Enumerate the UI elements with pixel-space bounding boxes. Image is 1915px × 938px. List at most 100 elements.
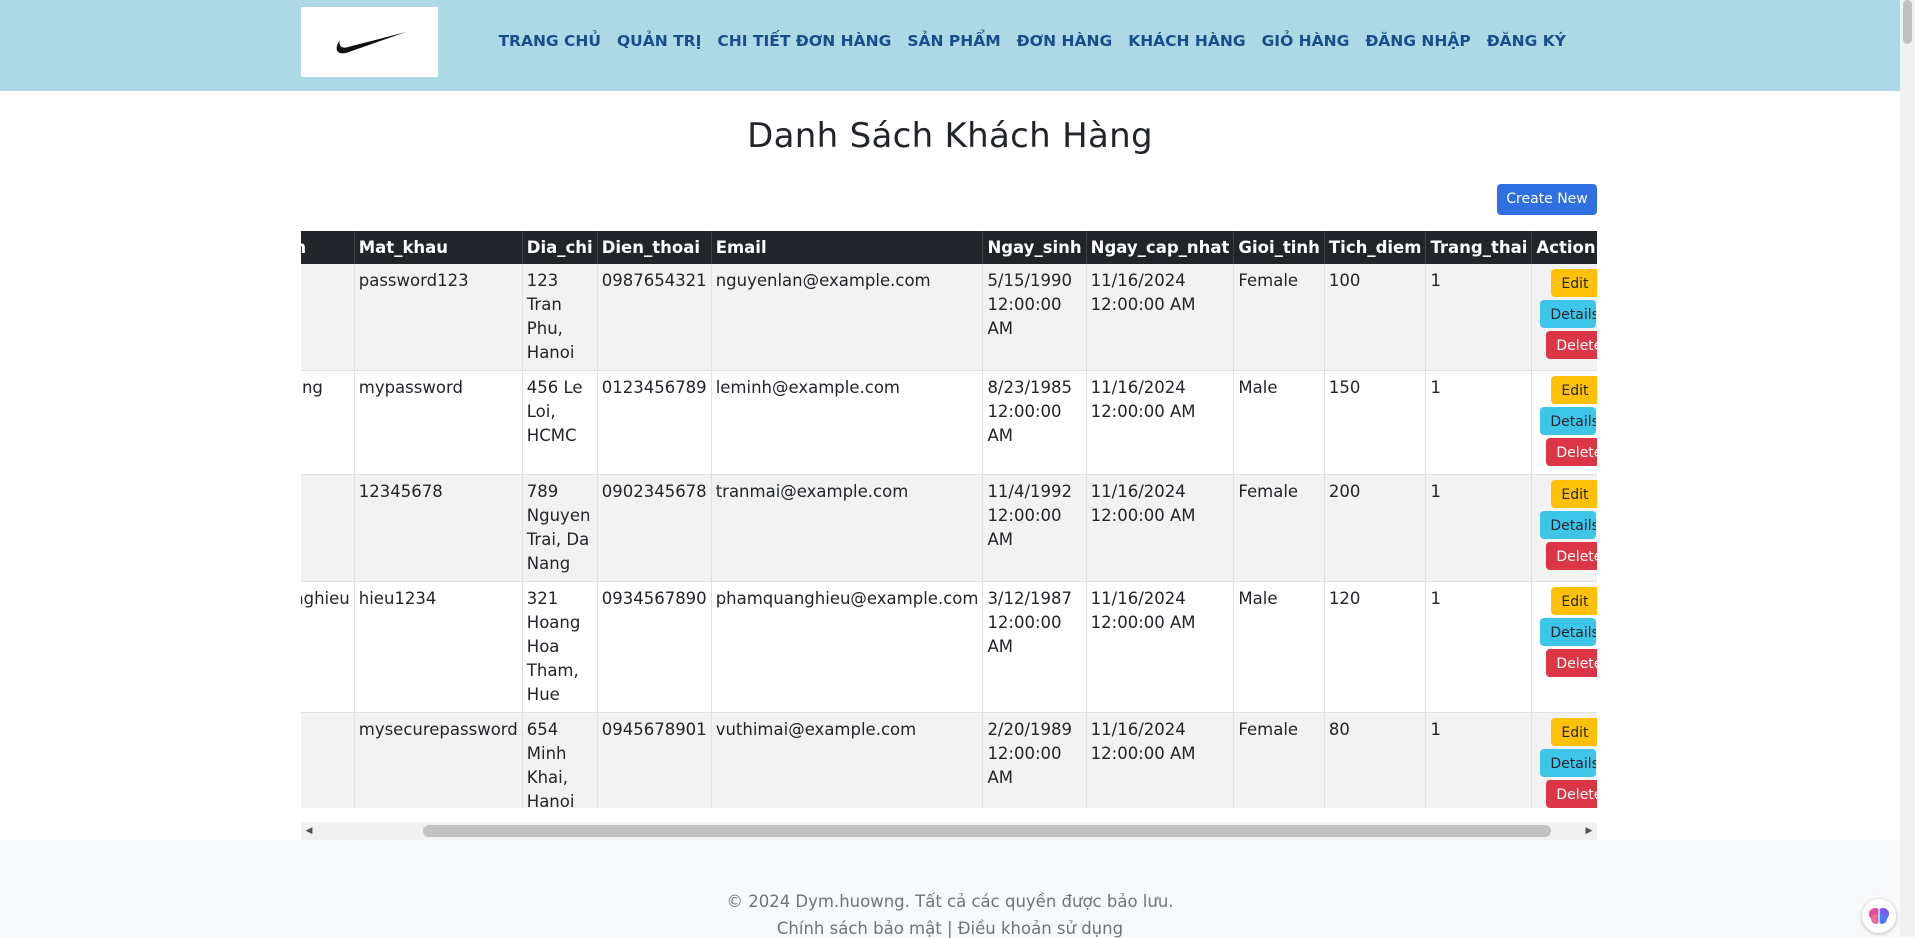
details-button[interactable]: Details — [1540, 300, 1597, 328]
cell-dia-chi: 123 Tran Phu, Hanoi — [522, 264, 598, 371]
details-button[interactable]: Details — [1540, 511, 1597, 539]
cell-actions: Edit Details Delete — [1531, 370, 1597, 475]
delete-button[interactable]: Delete — [1546, 331, 1597, 359]
scroll-left-icon[interactable]: ◀ — [301, 822, 317, 840]
cell-ngay-sinh: 11/4/1992 12:00:00 AM — [982, 474, 1087, 582]
details-button[interactable]: Details — [1540, 618, 1597, 646]
nike-swoosh-icon — [336, 32, 406, 54]
scroll-thumb[interactable] — [423, 825, 1551, 837]
privacy-link[interactable]: Chính sách bảo mật — [777, 919, 942, 938]
cell-tai-khoan: phamquanghieu — [301, 581, 355, 713]
col-gioi-tinh: Gioi_tinh — [1233, 231, 1325, 264]
cell-tich-diem: 200 — [1324, 474, 1427, 582]
col-dien-thoai: Dien_thoai — [597, 231, 712, 264]
cell-email: tranmai@example.com — [711, 474, 984, 582]
cell-tai-khoan: leminhhoang — [301, 370, 355, 475]
edit-button[interactable]: Edit — [1551, 718, 1597, 746]
cell-tich-diem: 150 — [1324, 370, 1427, 475]
cell-ngay-cap-nhat: 11/16/2024 12:00:00 AM — [1086, 264, 1235, 371]
col-ngay-sinh: Ngay_sinh — [982, 231, 1087, 264]
cell-actions: Edit Details Delete — [1531, 474, 1597, 582]
assistant-badge[interactable] — [1862, 899, 1896, 933]
nav-customers[interactable]: KHÁCH HÀNG — [1120, 30, 1253, 52]
cell-dia-chi: 456 Le Loi, HCMC — [522, 370, 598, 475]
nav-login[interactable]: ĐĂNG NHẬP — [1357, 30, 1478, 52]
col-tai-khoan: Tai_khoan — [301, 231, 355, 264]
delete-button[interactable]: Delete — [1546, 542, 1597, 570]
cell-gioi-tinh: Male — [1233, 370, 1325, 475]
delete-button[interactable]: Delete — [1546, 780, 1597, 808]
details-button[interactable]: Details — [1540, 749, 1597, 777]
cell-tich-diem: 120 — [1324, 581, 1427, 713]
col-email: Email — [711, 231, 984, 264]
page-title: Danh Sách Khách Hàng — [747, 116, 1153, 156]
nav-order-details[interactable]: CHI TIẾT ĐƠN HÀNG — [709, 30, 899, 52]
table-horizontal-scrollbar[interactable]: ◀ ▶ — [301, 822, 1597, 840]
page-scroll-thumb[interactable] — [1903, 0, 1912, 44]
cell-trang-thai: 1 — [1425, 581, 1533, 713]
cell-ngay-cap-nhat: 11/16/2024 12:00:00 AM — [1086, 581, 1235, 713]
cell-ngay-sinh: 2/20/1989 12:00:00 AM — [982, 712, 1087, 808]
cell-tich-diem: 80 — [1324, 712, 1427, 808]
table-row: vuthimai mysecurepassword 654 Minh Khai,… — [301, 712, 1597, 808]
nav-register[interactable]: ĐĂNG KÝ — [1479, 30, 1574, 52]
cell-actions: Edit Details Delete — [1531, 581, 1597, 713]
col-trang-thai: Trang_thai — [1425, 231, 1533, 264]
site-footer: © 2024 Dym.huowng. Tất cả các quyền được… — [0, 840, 1900, 938]
page-vertical-scrollbar[interactable] — [1900, 0, 1915, 937]
col-tich-diem: Tich_diem — [1324, 231, 1427, 264]
edit-button[interactable]: Edit — [1551, 269, 1597, 297]
cell-email: vuthimai@example.com — [711, 712, 984, 808]
nav-products[interactable]: SẢN PHẨM — [899, 30, 1008, 52]
cell-mat-khau: password123 — [354, 264, 523, 371]
nav-admin[interactable]: QUẢN TRỊ — [609, 30, 709, 52]
cell-dien-thoai: 0945678901 — [597, 712, 712, 808]
cell-dien-thoai: 0934567890 — [597, 581, 712, 713]
cell-ngay-cap-nhat: 11/16/2024 12:00:00 AM — [1086, 474, 1235, 582]
edit-button[interactable]: Edit — [1551, 480, 1597, 508]
table-row: leminhhoang mypassword 456 Le Loi, HCMC … — [301, 370, 1597, 475]
footer-links: Chính sách bảo mật | Điều khoản sử dụng — [0, 919, 1900, 938]
cell-gioi-tinh: Female — [1233, 474, 1325, 582]
cell-actions: Edit Details Delete — [1531, 264, 1597, 371]
delete-button[interactable]: Delete — [1546, 438, 1597, 466]
table-header-row: Tai_khoan Mat_khau Dia_chi Dien_thoai Em… — [301, 231, 1597, 264]
cell-tich-diem: 100 — [1324, 264, 1427, 371]
cell-email: nguyenlan@example.com — [711, 264, 984, 371]
cell-mat-khau: mysecurepassword — [354, 712, 523, 808]
nav-orders[interactable]: ĐƠN HÀNG — [1009, 30, 1121, 52]
nav-home[interactable]: TRANG CHỦ — [490, 30, 609, 52]
cell-tai-khoan: tranmaith — [301, 474, 355, 582]
cell-email: leminh@example.com — [711, 370, 984, 475]
cell-ngay-cap-nhat: 11/16/2024 12:00:00 AM — [1086, 370, 1235, 475]
site-header: TRANG CHỦ QUẢN TRỊ CHI TIẾT ĐƠN HÀNG SẢN… — [0, 0, 1900, 91]
cell-dia-chi: 654 Minh Khai, Hanoi — [522, 712, 598, 808]
main-nav: TRANG CHỦ QUẢN TRỊ CHI TIẾT ĐƠN HÀNG SẢN… — [490, 30, 1574, 52]
cell-ngay-cap-nhat: 11/16/2024 12:00:00 AM — [1086, 712, 1235, 808]
edit-button[interactable]: Edit — [1551, 587, 1597, 615]
col-action: Action — [1531, 231, 1597, 264]
cell-tai-khoan: nguyenlan — [301, 264, 355, 371]
brand-logo[interactable] — [301, 7, 438, 77]
table-row: tranmaith 12345678 789 Nguyen Trai, Da N… — [301, 474, 1597, 582]
scroll-right-icon[interactable]: ▶ — [1581, 822, 1597, 840]
edit-button[interactable]: Edit — [1551, 376, 1597, 404]
nav-cart[interactable]: GIỎ HÀNG — [1254, 30, 1358, 52]
cell-trang-thai: 1 — [1425, 370, 1533, 475]
footer-separator: | — [946, 919, 953, 938]
cell-actions: Edit Details Delete — [1531, 712, 1597, 808]
cell-trang-thai: 1 — [1425, 474, 1533, 582]
col-dia-chi: Dia_chi — [522, 231, 598, 264]
create-new-button[interactable]: Create New — [1497, 184, 1597, 215]
terms-link[interactable]: Điều khoản sử dụng — [958, 919, 1123, 938]
table-row: phamquanghieu hieu1234 321 Hoang Hoa Tha… — [301, 581, 1597, 713]
col-mat-khau: Mat_khau — [354, 231, 523, 264]
cell-gioi-tinh: Female — [1233, 264, 1325, 371]
delete-button[interactable]: Delete — [1546, 649, 1597, 677]
cell-mat-khau: mypassword — [354, 370, 523, 475]
cell-mat-khau: hieu1234 — [354, 581, 523, 713]
customer-table-viewport[interactable]: Tai_khoan Mat_khau Dia_chi Dien_thoai Em… — [301, 231, 1597, 808]
cell-trang-thai: 1 — [1425, 264, 1533, 371]
details-button[interactable]: Details — [1540, 407, 1597, 435]
customer-table: Tai_khoan Mat_khau Dia_chi Dien_thoai Em… — [301, 231, 1597, 808]
